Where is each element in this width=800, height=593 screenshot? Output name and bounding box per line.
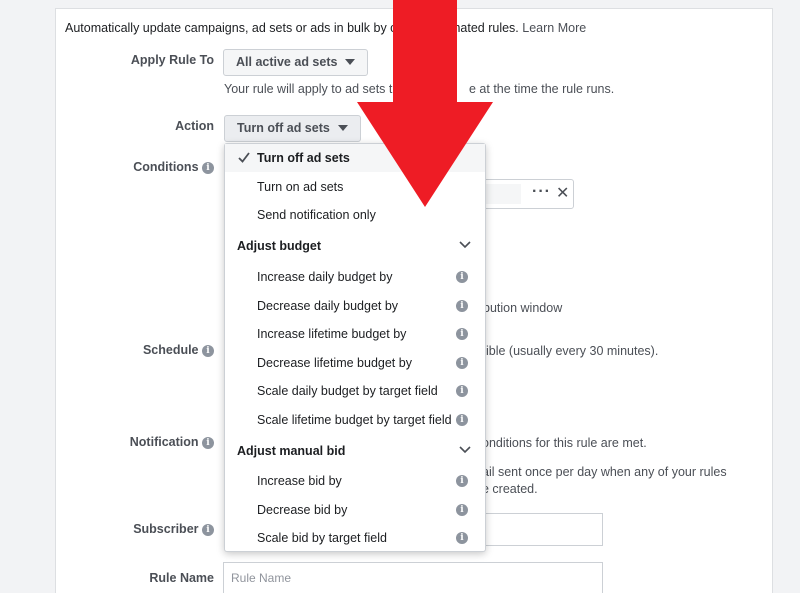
info-icon[interactable]: i — [456, 357, 468, 369]
apply-rule-label: Apply Rule To — [130, 53, 214, 67]
menu-item-label: Turn off ad sets — [257, 151, 350, 165]
menu-item-label: Decrease bid by — [257, 503, 348, 517]
notification-label-text: Notification — [129, 435, 199, 449]
subscriber-input[interactable] — [476, 513, 603, 546]
menu-item-scale-bid[interactable]: Scale bid by target field i — [225, 524, 485, 552]
schedule-text: ible (usually every 30 minutes). — [486, 344, 659, 358]
info-icon[interactable]: i — [456, 385, 468, 397]
chevron-down-icon — [459, 446, 471, 454]
info-icon[interactable]: i — [456, 532, 468, 544]
menu-item-label: Decrease daily budget by — [257, 299, 399, 313]
intro-text-start: Automatically update campaigns, ad sets … — [65, 21, 397, 35]
menu-item-label: Scale lifetime budget by target field — [257, 413, 452, 427]
caret-down-icon — [337, 124, 348, 131]
notification-label: Notification i — [110, 435, 214, 449]
info-icon[interactable]: i — [202, 161, 214, 174]
notification-text-3: e created. — [482, 482, 538, 496]
conditions-label: Conditions i — [120, 160, 214, 174]
menu-item-decrease-daily-budget[interactable]: Decrease daily budget by i — [225, 292, 485, 320]
notification-text-2: ail sent once per day when any of your r… — [482, 465, 727, 479]
info-icon[interactable]: i — [456, 475, 468, 487]
menu-group-adjust-budget[interactable]: Adjust budget — [225, 232, 485, 260]
info-icon[interactable]: i — [456, 414, 468, 426]
info-icon[interactable]: i — [456, 328, 468, 340]
red-arrow-down-icon — [357, 0, 493, 207]
menu-item-scale-lifetime-budget[interactable]: Scale lifetime budget by target field i — [225, 406, 485, 434]
menu-group-label: Adjust manual bid — [237, 444, 346, 458]
action-dropdown[interactable]: Turn off ad sets — [224, 115, 361, 142]
check-icon — [238, 152, 250, 163]
schedule-label-text: Schedule — [142, 343, 199, 357]
menu-item-label: Turn on ad sets — [257, 180, 344, 194]
menu-item-label: Increase bid by — [257, 474, 342, 488]
menu-item-label: Scale bid by target field — [257, 531, 387, 545]
info-icon[interactable]: i — [456, 504, 468, 516]
caret-down-icon — [345, 58, 356, 65]
subscriber-label: Subscriber i — [110, 522, 214, 536]
menu-item-increase-daily-budget[interactable]: Increase daily budget by i — [225, 263, 485, 291]
menu-item-label: Send notification only — [257, 208, 376, 222]
more-icon[interactable]: ··· — [532, 183, 551, 201]
rule-name-placeholder: Rule Name — [231, 571, 292, 585]
menu-item-increase-lifetime-budget[interactable]: Increase lifetime budget by i — [225, 320, 485, 348]
info-icon[interactable]: i — [202, 344, 214, 357]
conditions-label-text: Conditions — [133, 160, 199, 174]
action-value: Turn off ad sets — [237, 121, 330, 135]
menu-item-decrease-bid[interactable]: Decrease bid by i — [225, 496, 485, 524]
menu-item-label: Increase lifetime budget by — [257, 327, 407, 341]
menu-item-label: Decrease lifetime budget by — [257, 356, 412, 370]
menu-group-adjust-manual-bid[interactable]: Adjust manual bid — [225, 437, 485, 465]
subscriber-label-text: Subscriber — [133, 522, 199, 536]
close-icon[interactable]: ✕ — [556, 183, 569, 203]
apply-rule-dropdown[interactable]: All active ad sets — [223, 49, 368, 76]
attribution-window-text: bution window — [483, 301, 563, 315]
menu-item-decrease-lifetime-budget[interactable]: Decrease lifetime budget by i — [225, 349, 485, 377]
schedule-label: Schedule i — [120, 343, 214, 357]
apply-rule-value: All active ad sets — [236, 55, 338, 69]
learn-more-link[interactable]: Learn More — [522, 21, 586, 35]
menu-item-label: Scale daily budget by target field — [257, 384, 438, 398]
notification-text-1: onditions for this rule are met. — [482, 436, 647, 450]
chevron-down-icon — [459, 241, 471, 249]
menu-item-label: Increase daily budget by — [257, 270, 393, 284]
rule-name-input[interactable]: Rule Name — [223, 562, 603, 593]
menu-item-scale-daily-budget[interactable]: Scale daily budget by target field i — [225, 377, 485, 405]
intro-text: Automatically update campaigns, ad sets … — [65, 21, 396, 35]
info-icon[interactable]: i — [456, 271, 468, 283]
menu-group-label: Adjust budget — [237, 239, 322, 253]
info-icon[interactable]: i — [456, 300, 468, 312]
info-icon[interactable]: i — [202, 523, 214, 536]
rule-name-label: Rule Name — [149, 571, 214, 585]
info-icon[interactable]: i — [202, 436, 214, 449]
menu-item-increase-bid[interactable]: Increase bid by i — [225, 467, 485, 495]
action-label: Action — [175, 119, 214, 133]
